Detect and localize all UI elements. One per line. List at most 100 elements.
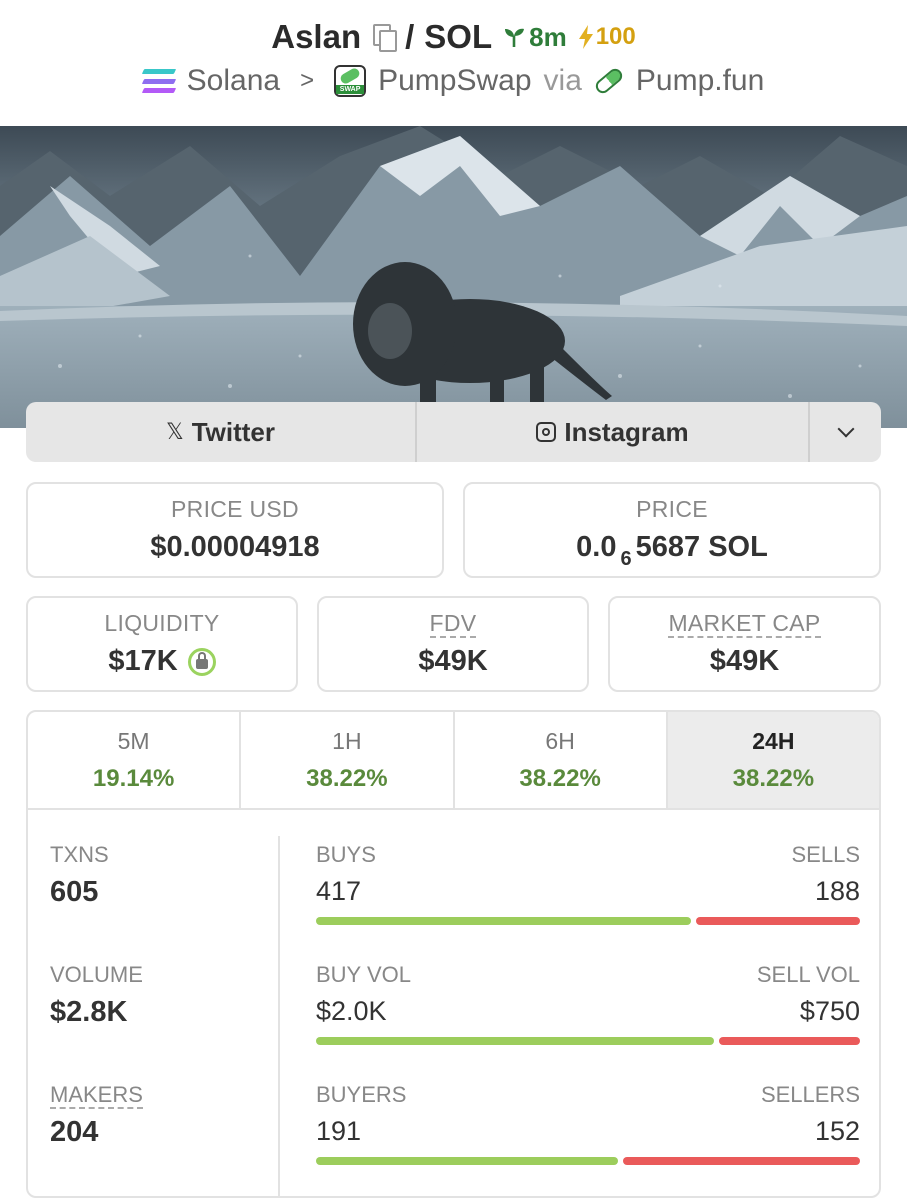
solana-logo <box>141 69 176 93</box>
quote-token: SOL <box>424 18 493 55</box>
makers-label[interactable]: MAKERS <box>50 1082 143 1109</box>
tab-label: 1H <box>332 728 362 754</box>
launchpad-link[interactable]: Pump.fun <box>636 64 764 98</box>
price-suffix: 5687 SOL <box>635 531 768 563</box>
price-change: 38.22% <box>732 765 815 792</box>
buy-vol-label: BUY VOL <box>316 962 411 987</box>
price-native-label: PRICE <box>636 496 708 522</box>
tab-6h[interactable]: 6H 38.22% <box>455 712 668 808</box>
txns-label: TXNS <box>50 842 109 867</box>
txns-stat: TXNS 605 <box>50 842 109 909</box>
boost-count: 100 <box>595 23 636 50</box>
instagram-button[interactable]: Instagram <box>417 402 810 462</box>
volume-value: $2.8K <box>50 996 128 1028</box>
buys-sells-split: BUYS SELLS 417 188 <box>316 842 860 925</box>
sellers-value: 152 <box>814 1116 860 1146</box>
chain-link[interactable]: Solana <box>187 64 280 98</box>
buyers-sellers-split: BUYERS SELLERS 191 152 <box>316 1082 860 1165</box>
sell-vol-bar <box>719 1037 860 1045</box>
liquidity-label: LIQUIDITY <box>104 610 220 636</box>
price-usd-value: $0.00004918 <box>150 531 320 563</box>
price-zero-count: 6 <box>620 548 632 570</box>
chevron-right-icon: > <box>300 67 315 94</box>
buyers-sellers-bar <box>316 1157 860 1165</box>
buys-sells-bar <box>316 917 860 925</box>
fdv-label[interactable]: FDV <box>319 610 587 638</box>
chevron-down-icon <box>837 420 854 438</box>
buys-value: 417 <box>316 876 362 906</box>
market-cap-box: MARKET CAP $49K <box>608 596 881 692</box>
via-text: via <box>543 64 582 97</box>
x-icon: 𝕏 <box>165 419 184 444</box>
social-links-bar: 𝕏 Twitter Instagram <box>26 402 881 462</box>
tab-label: 24H <box>752 728 795 754</box>
tab-label: 5M <box>117 728 150 754</box>
tab-5m[interactable]: 5M 19.14% <box>28 712 242 808</box>
price-native-box: PRICE 0.0 6 5687 SOL <box>463 482 881 578</box>
copy-icon[interactable] <box>373 24 398 52</box>
pumpswap-logo: SWAP <box>334 65 367 97</box>
liquidity-value: $17K <box>108 645 178 677</box>
token-name: Aslan <box>271 18 362 55</box>
volume-label: VOLUME <box>50 962 143 987</box>
sprout-icon <box>505 28 525 47</box>
sell-vol-label: SELL VOL <box>756 962 860 987</box>
tab-1h[interactable]: 1H 38.22% <box>241 712 455 808</box>
tab-label: 6H <box>545 728 575 754</box>
sells-value: 188 <box>814 876 860 906</box>
market-cap-value: $49K <box>709 645 780 677</box>
makers-stat: MAKERS 204 <box>50 1082 143 1149</box>
buyers-bar <box>316 1157 618 1165</box>
lock-icon[interactable] <box>187 647 216 676</box>
pill-icon <box>592 65 625 97</box>
sells-bar <box>696 917 860 925</box>
instagram-icon <box>536 422 557 442</box>
volume-bar <box>316 1037 860 1045</box>
buyers-value: 191 <box>316 1116 362 1146</box>
sellers-bar <box>623 1157 860 1165</box>
pair-age: 8m <box>529 21 567 52</box>
liquidity-value-row: $17K <box>28 645 296 678</box>
lightning-icon <box>578 25 593 49</box>
buys-label: BUYS <box>316 842 376 867</box>
price-change: 38.22% <box>519 765 601 792</box>
timeframe-tabs: 5M 19.14% 1H 38.22% 6H 38.22% 24H 38.22% <box>28 712 879 810</box>
liquidity-box: LIQUIDITY $17K <box>26 596 298 692</box>
volume-stat: VOLUME $2.8K <box>50 962 143 1029</box>
buy-sell-column: BUYS SELLS 417 188 BUY VOL SELL VOL $2.0… <box>316 812 860 1192</box>
boost-badge[interactable]: 100 <box>577 23 636 51</box>
price-prefix: 0.0 <box>576 531 617 563</box>
volume-split: BUY VOL SELL VOL $2.0K $750 <box>316 962 860 1045</box>
market-cap-label[interactable]: MARKET CAP <box>610 610 879 638</box>
twitter-button[interactable]: 𝕏 Twitter <box>26 402 417 462</box>
buys-bar <box>316 917 691 925</box>
pair-separator: / <box>405 18 415 55</box>
more-links-button[interactable] <box>810 402 881 462</box>
pair-title-row: Aslan / SOL 8m 100 <box>0 18 907 56</box>
dex-link[interactable]: PumpSwap <box>378 64 531 98</box>
pair-breadcrumb: Solana > SWAP PumpSwap via Pump.fun <box>0 64 907 98</box>
buy-vol-value: $2.0K <box>316 996 387 1026</box>
tab-24h[interactable]: 24H 38.22% <box>667 712 879 808</box>
sell-vol-value: $750 <box>799 996 860 1026</box>
price-change: 19.14% <box>92 765 175 792</box>
buyers-label: BUYERS <box>316 1082 407 1107</box>
totals-column: TXNS 605 VOLUME $2.8K MAKERS 204 <box>28 836 280 1196</box>
token-banner-image <box>0 126 907 428</box>
instagram-label: Instagram <box>564 416 689 447</box>
price-change: 38.22% <box>306 765 388 792</box>
txns-value: 605 <box>50 876 99 908</box>
sellers-label: SELLERS <box>760 1082 860 1107</box>
price-usd-label: PRICE USD <box>171 496 299 522</box>
price-usd-box: PRICE USD $0.00004918 <box>26 482 444 578</box>
price-native-value: 0.0 6 5687 SOL <box>465 531 879 570</box>
sells-label: SELLS <box>791 842 861 867</box>
buy-vol-bar <box>316 1037 714 1045</box>
fdv-box: FDV $49K <box>317 596 589 692</box>
makers-value: 204 <box>50 1116 99 1148</box>
pair-age-badge: 8m <box>502 22 567 53</box>
stats-panel: 5M 19.14% 1H 38.22% 6H 38.22% 24H 38.22%… <box>26 710 881 1198</box>
fdv-value: $49K <box>418 645 488 677</box>
pair-header: Aslan / SOL 8m 100 Solana > SWAP PumpSwa… <box>0 0 907 126</box>
twitter-label: Twitter <box>191 416 276 447</box>
